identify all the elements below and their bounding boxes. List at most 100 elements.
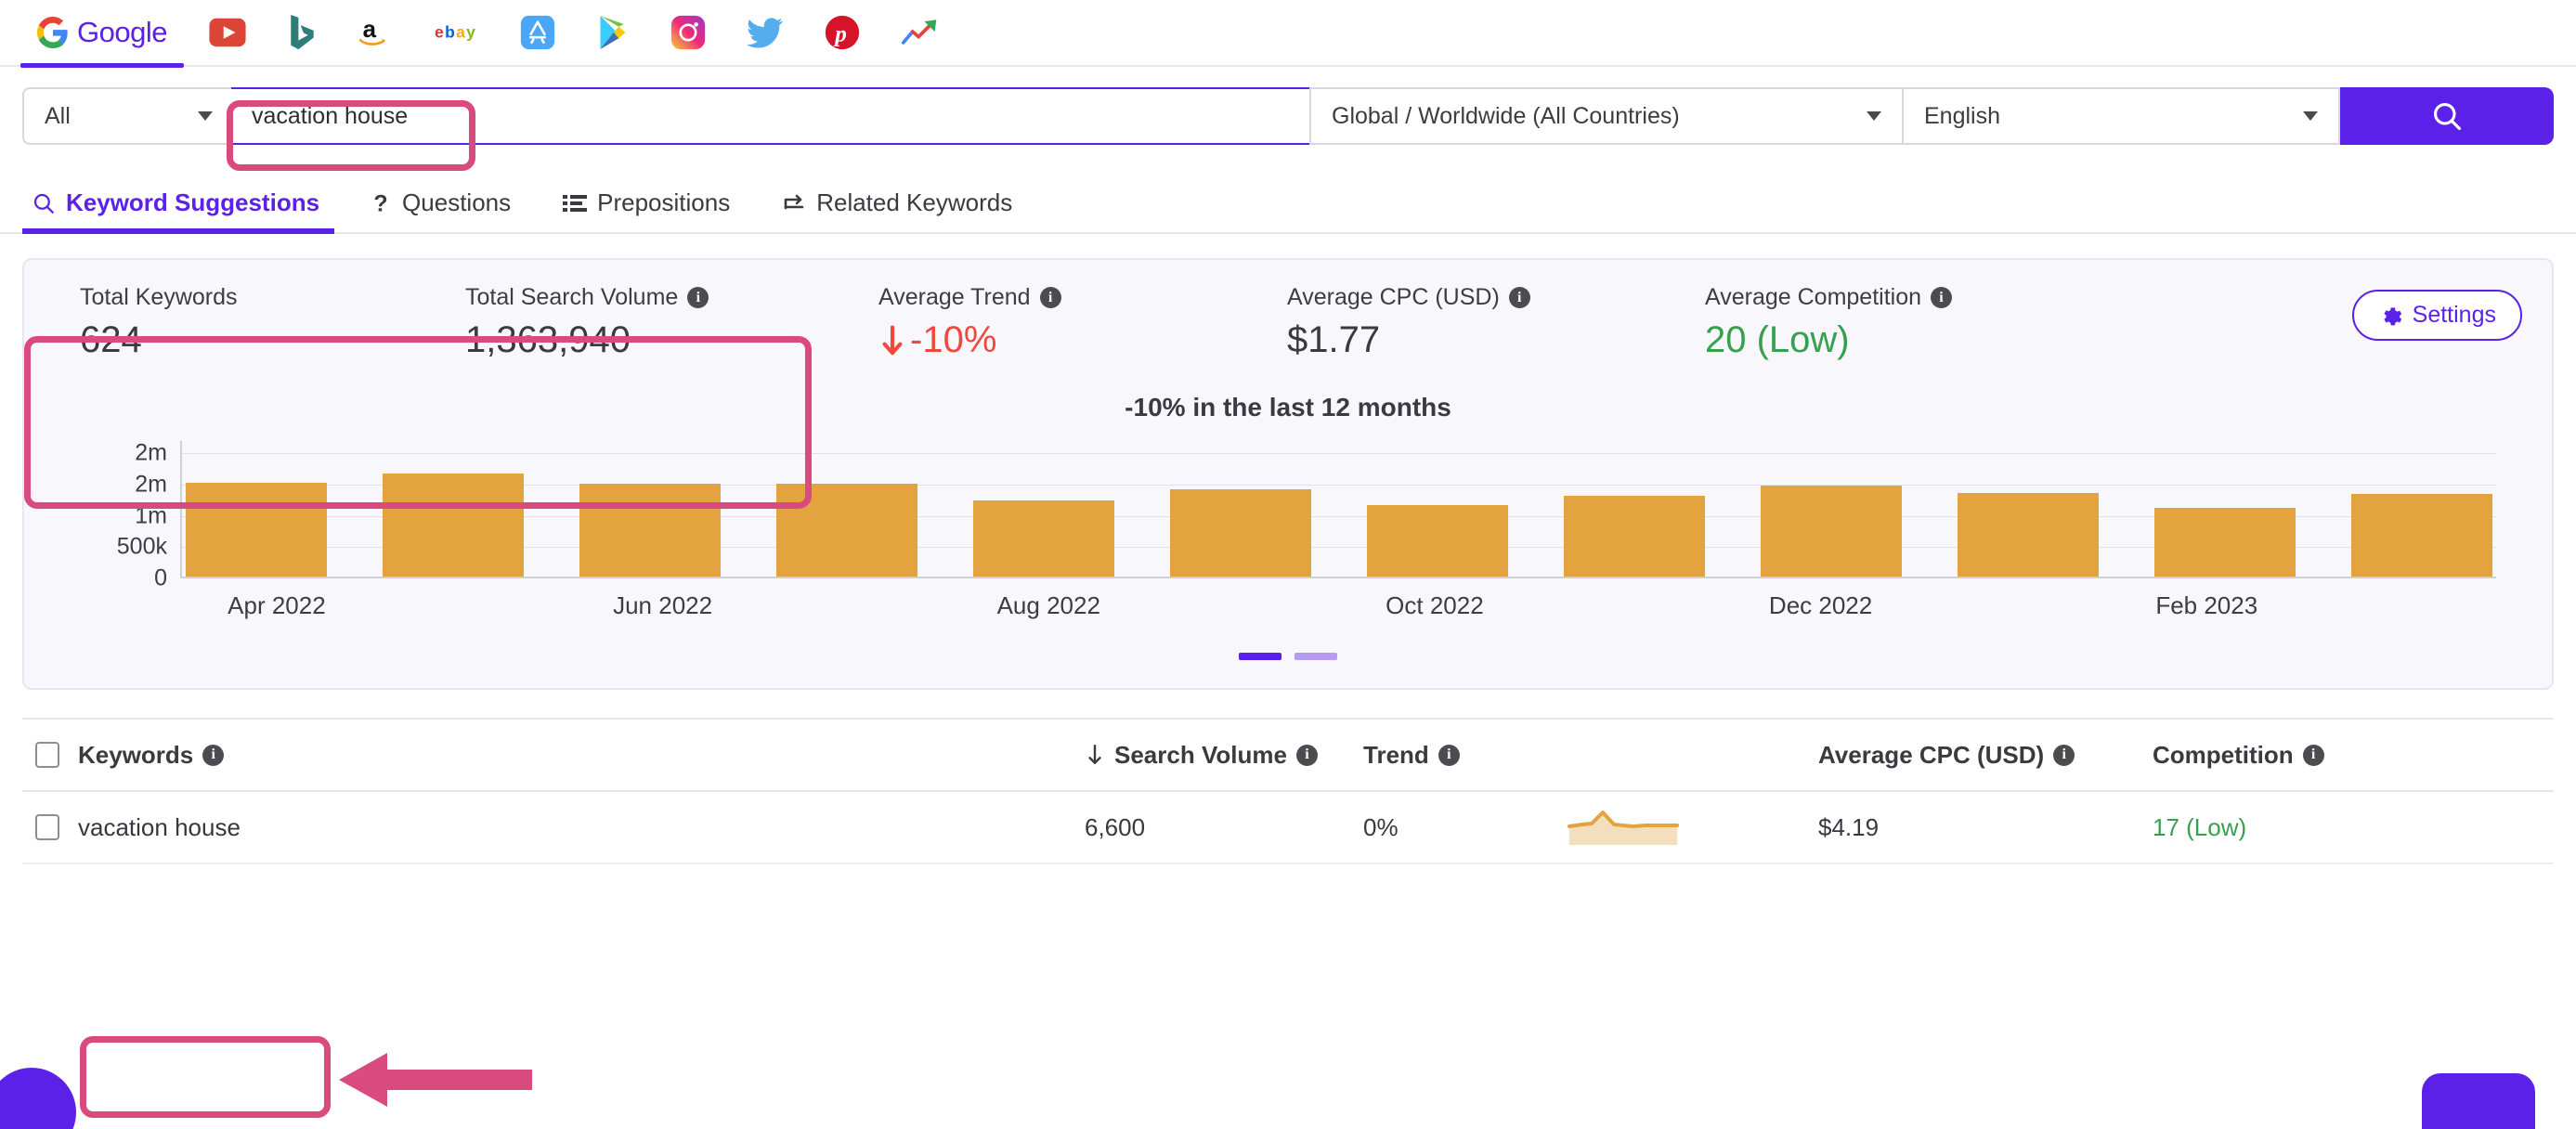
column-label: Search Volume (1114, 740, 1287, 769)
chart-y-tick: 2m (135, 471, 167, 498)
svg-text:?: ? (373, 191, 387, 215)
chart-y-tick: 500k (116, 533, 167, 560)
engine-selector-bar: Google a e b a y p (0, 0, 2576, 68)
info-icon[interactable]: i (1039, 287, 1061, 308)
row-checkbox[interactable] (35, 814, 59, 840)
info-icon[interactable]: i (202, 744, 225, 766)
chart-bar[interactable] (973, 500, 1114, 577)
engine-tab-google[interactable]: Google (17, 0, 188, 68)
chart-title: -10% in the last 12 months (1125, 393, 1451, 422)
chart-bar[interactable] (383, 474, 524, 577)
cell-keyword[interactable]: vacation house (72, 813, 1085, 842)
chart-bar[interactable] (2351, 494, 2492, 577)
metric-value: 20 (Low) (1705, 319, 1850, 360)
gear-icon (2384, 306, 2401, 325)
column-header-competition[interactable]: Competition i (2153, 741, 2431, 770)
chart-bar[interactable] (1367, 504, 1508, 577)
chart-x-tick: Jun 2022 (613, 591, 713, 619)
question-icon: ? (373, 191, 387, 215)
info-icon[interactable]: i (2302, 744, 2324, 766)
cell-competition: 17 (Low) (2153, 812, 2247, 841)
table-row[interactable]: vacation house 6,600 0% $4.19 17 (Low) (22, 792, 2554, 864)
engine-tab-appstore[interactable] (500, 0, 576, 66)
appstore-icon (520, 15, 555, 50)
chart-bar[interactable] (1564, 495, 1705, 577)
chart-bar[interactable] (1170, 488, 1311, 577)
svg-text:y: y (466, 23, 475, 42)
engine-tab-youtube[interactable] (188, 0, 267, 66)
chart-bar[interactable] (1958, 492, 2099, 577)
tab-keyword-suggestions[interactable]: Keyword Suggestions (22, 188, 345, 234)
country-select[interactable]: Global / Worldwide (All Countries) (1309, 87, 1904, 145)
chart-bar[interactable] (1761, 486, 1902, 577)
amazon-icon: a (358, 17, 385, 45)
engine-tab-pinterest[interactable]: p (804, 0, 880, 66)
playstore-icon (600, 16, 626, 49)
settings-button[interactable]: Settings (2351, 290, 2522, 341)
chart-bar[interactable] (2154, 508, 2296, 577)
metric-total-keywords: Total Keywords 624 (52, 284, 465, 361)
tab-related-keywords[interactable]: Related Keywords (756, 188, 1038, 232)
metric-value: 624 (80, 319, 142, 360)
tab-prepositions[interactable]: Prepositions (537, 188, 756, 232)
column-header-trend[interactable]: Trend i (1363, 741, 1568, 770)
pinterest-icon: p (825, 15, 860, 50)
metric-label-text: Total Keywords (80, 284, 238, 310)
metric-average-trend: Average Trend i -10% (878, 284, 1287, 361)
search-input[interactable] (231, 87, 1309, 145)
tab-label: Questions (402, 188, 512, 216)
column-header-keywords[interactable]: Keywords i (72, 741, 1085, 770)
chart-bar[interactable] (579, 483, 721, 577)
floating-action-button-left[interactable] (0, 1068, 76, 1129)
engine-tab-instagram[interactable] (650, 0, 726, 66)
svg-text:a: a (363, 17, 377, 43)
info-icon[interactable]: i (2053, 744, 2075, 766)
language-select[interactable]: English (1904, 87, 2340, 145)
cell-sparkline (1568, 804, 1818, 851)
metric-label-text: Average CPC (USD) (1287, 284, 1500, 310)
engine-tab-amazon[interactable]: a (336, 0, 414, 66)
chart-pagination (52, 653, 2524, 660)
engine-tab-twitter[interactable] (726, 0, 804, 66)
svg-text:b: b (445, 23, 455, 42)
language-select-value: English (1924, 102, 2000, 129)
tab-questions[interactable]: ? Questions (345, 188, 537, 232)
keywords-table: Keywords i Search Volume i Trend i Avera… (22, 718, 2554, 864)
chart-x-axis: Apr 2022 Jun 2022 Aug 2022 Oct 2022 Dec 2022… (180, 591, 2496, 629)
pagination-dot-2[interactable] (1295, 653, 1337, 660)
column-header-search-volume[interactable]: Search Volume i (1085, 741, 1363, 770)
info-icon[interactable]: i (1438, 744, 1460, 766)
country-select-value: Global / Worldwide (All Countries) (1332, 102, 1680, 129)
info-icon[interactable]: i (687, 287, 709, 308)
chevron-down-icon (1867, 111, 1881, 121)
chart-y-tick: 1m (135, 502, 167, 529)
scope-select[interactable]: All (22, 87, 231, 145)
cell-search-volume: 6,600 (1085, 812, 1146, 841)
column-header-cpc[interactable]: Average CPC (USD) i (1818, 741, 2153, 770)
info-icon[interactable]: i (1295, 744, 1318, 766)
metric-label-text: Total Search Volume (465, 284, 679, 310)
info-icon[interactable]: i (1508, 287, 1530, 308)
table-header-row: Keywords i Search Volume i Trend i Avera… (22, 720, 2554, 792)
chart-x-tick: Apr 2022 (228, 591, 326, 619)
metrics-row: Total Keywords 624 Total Search Volume i… (52, 284, 2524, 361)
engine-tab-trends[interactable] (880, 0, 960, 66)
metric-value: 1,363,940 (465, 319, 631, 360)
metric-label: Total Keywords (80, 284, 456, 311)
engine-tab-ebay[interactable]: e b a y (414, 0, 500, 66)
pagination-dot-1[interactable] (1239, 653, 1281, 660)
chevron-down-icon (198, 111, 213, 121)
info-icon[interactable]: i (1931, 287, 1953, 308)
chart-bar[interactable] (186, 483, 327, 577)
engine-tab-bing[interactable] (267, 0, 336, 66)
chart-y-axis: 0 500k 1m 2m 2m (95, 421, 167, 591)
select-all-checkbox[interactable] (35, 742, 59, 768)
engine-tab-playstore[interactable] (576, 0, 650, 66)
down-arrow-icon (882, 325, 903, 355)
floating-action-button-right[interactable] (2422, 1073, 2535, 1129)
metric-label: Total Search Volume i (465, 284, 869, 311)
chart-bar[interactable] (776, 484, 917, 577)
search-button[interactable] (2340, 87, 2554, 145)
scope-select-value: All (45, 102, 71, 129)
column-label: Keywords (78, 740, 194, 769)
